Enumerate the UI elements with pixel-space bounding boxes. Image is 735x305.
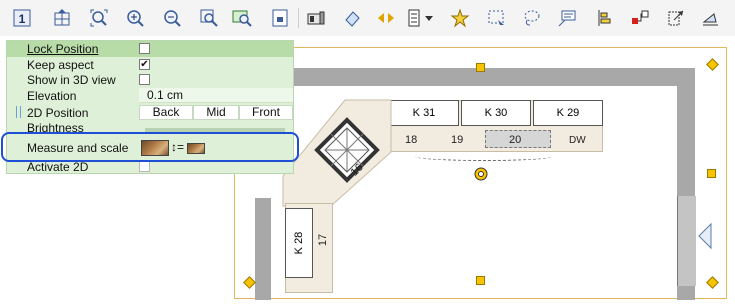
activate-2d-label: Activate 2D	[27, 160, 89, 174]
selection-corner-bottom-right[interactable]	[706, 276, 719, 289]
door-swing	[415, 152, 553, 161]
select-rectangle-icon[interactable]	[486, 8, 506, 28]
elevation-field[interactable]: 0.1 cm	[139, 88, 293, 103]
measure-scale-highlight	[1, 132, 299, 162]
label-dw: DW	[569, 135, 586, 146]
zoom-in-icon[interactable]	[125, 8, 145, 28]
svg-text:1: 1	[19, 12, 26, 26]
lock-position-label: Lock Position	[27, 42, 99, 56]
position-2d-row: 2D Position Back Mid Front	[7, 105, 293, 121]
transform-icon[interactable]	[700, 8, 720, 28]
zoom-out-icon[interactable]	[162, 8, 182, 28]
brightness-label: Brightness	[27, 121, 84, 132]
left-wall	[255, 198, 271, 300]
rotate-handle-icon[interactable]	[471, 164, 491, 184]
selection-handle-right[interactable]	[707, 169, 716, 178]
top-wall	[285, 68, 695, 86]
select-lasso-icon[interactable]	[522, 8, 542, 28]
keep-aspect-label: Keep aspect	[27, 58, 94, 72]
brightness-row: Brightness	[7, 120, 293, 132]
elevation-label: Elevation	[27, 89, 77, 103]
show-3d-label: Show in 3D view	[27, 73, 116, 87]
keep-aspect-row[interactable]: Keep aspect ✔	[7, 57, 293, 73]
selection-handle-bottom[interactable]	[476, 276, 485, 285]
elevation-row: Elevation 0.1 cm	[7, 88, 293, 104]
splitter-handle[interactable]	[16, 106, 21, 118]
zoom-fit-icon[interactable]	[89, 8, 109, 28]
keep-aspect-checkbox[interactable]: ✔	[139, 59, 150, 70]
lock-position-row[interactable]: Lock Position	[7, 41, 293, 57]
cabinet-k29[interactable]: K 29	[533, 100, 603, 126]
window-opening	[677, 196, 696, 286]
zoom-1-to-1-icon[interactable]: 1	[12, 8, 32, 28]
selection-corner-top-right[interactable]	[706, 58, 719, 71]
show-3d-checkbox[interactable]	[139, 74, 150, 85]
cabinet-k30[interactable]: K 30	[461, 100, 531, 126]
label-17: 17	[317, 233, 330, 247]
position-mid-button[interactable]: Mid	[193, 105, 239, 120]
comment-icon[interactable]	[557, 8, 577, 28]
position-front-button[interactable]: Front	[239, 105, 293, 120]
zoom-selection-icon[interactable]	[199, 8, 219, 28]
connect-nodes-icon[interactable]	[630, 8, 650, 28]
label-18: 18	[405, 134, 418, 146]
cabinet-k28[interactable]: K 28	[285, 208, 313, 278]
move-arrows-icon[interactable]	[376, 8, 396, 28]
selection-handle-top[interactable]	[476, 63, 485, 72]
eraser-icon[interactable]	[342, 8, 362, 28]
layers-dropdown-icon[interactable]	[407, 8, 437, 28]
label-19: 19	[451, 134, 464, 146]
toolbar: 1	[0, 0, 735, 36]
expand-arrow-icon[interactable]	[697, 222, 713, 250]
position-2d-label: 2D Position	[27, 106, 89, 120]
snap-star-icon[interactable]	[450, 8, 470, 28]
position-back-button[interactable]: Back	[139, 105, 193, 120]
zoom-all-icon[interactable]	[232, 8, 252, 28]
resize-arrow-icon[interactable]	[666, 8, 686, 28]
selection-corner-bottom-left[interactable]	[243, 276, 256, 289]
activate-2d-checkbox[interactable]	[139, 161, 150, 172]
align-icon[interactable]	[594, 8, 614, 28]
floor-plan-selection[interactable]: K 31 K 30 K 29 18 19 20 DW 16 K 28 17	[234, 47, 727, 300]
show-3d-row[interactable]: Show in 3D view	[7, 72, 293, 88]
page-view-icon[interactable]	[270, 8, 290, 28]
zoom-region-icon[interactable]	[52, 8, 72, 28]
lock-position-checkbox[interactable]	[139, 43, 150, 54]
measure-tool-icon[interactable]	[306, 8, 326, 28]
label-20: 20	[509, 134, 522, 146]
